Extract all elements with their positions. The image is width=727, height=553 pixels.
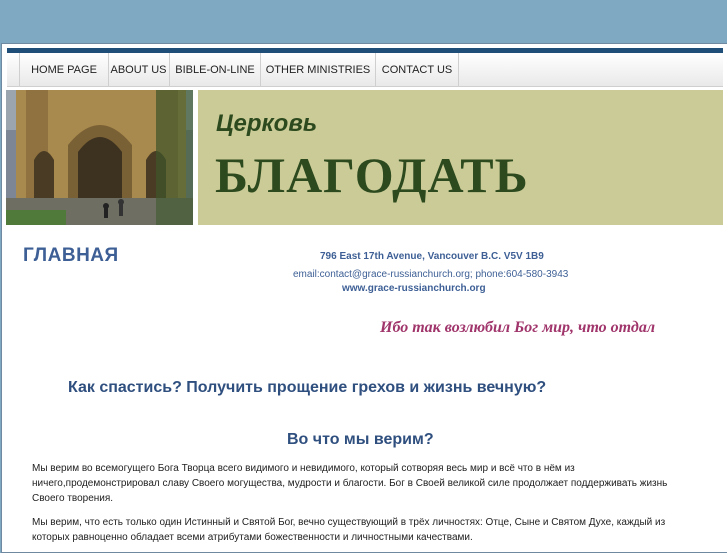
scripture-verse: Ибо так возлюбил Бог мир, что отдал [380, 319, 656, 336]
banner-title-area: Церковь БЛАГОДАТЬ [198, 90, 723, 225]
nav-item-bible[interactable]: BIBLE-ON-LINE [170, 53, 261, 86]
church-name: БЛАГОДАТЬ [215, 147, 529, 203]
nav-item-contact[interactable]: CONTACT US [376, 53, 459, 86]
nav-item-about[interactable]: ABOUT US [108, 53, 170, 86]
beliefs-paragraph-1: Мы верим во всемогущего Бога Творца всег… [32, 463, 668, 504]
church-address: 796 East 17th Avenue, Vancouver B.C. V5V… [320, 251, 544, 262]
cathedral-illustration [6, 90, 193, 225]
nav-item-home[interactable]: HOME PAGE [19, 53, 109, 86]
page-container: HOME PAGE ABOUT US BIBLE-ON-LINE OTHER M… [1, 43, 727, 553]
church-label: Церковь [216, 110, 318, 137]
page-title: ГЛАВНАЯ [23, 245, 119, 266]
main-nav: HOME PAGE ABOUT US BIBLE-ON-LINE OTHER M… [7, 53, 723, 87]
website-link[interactable]: www.grace-russianchurch.org [342, 283, 486, 294]
salvation-question[interactable]: Как спастись? Получить прощение грехов и… [68, 379, 546, 397]
beliefs-paragraph-2: Мы верим, что есть только один Истинный … [32, 517, 666, 543]
cathedral-photo [6, 90, 193, 225]
beliefs-heading: Во что мы верим? [287, 431, 434, 448]
nav-item-ministries[interactable]: OTHER MINISTRIES [261, 53, 376, 86]
contact-info: email:contact@grace-russianchurch.org; p… [293, 269, 569, 280]
